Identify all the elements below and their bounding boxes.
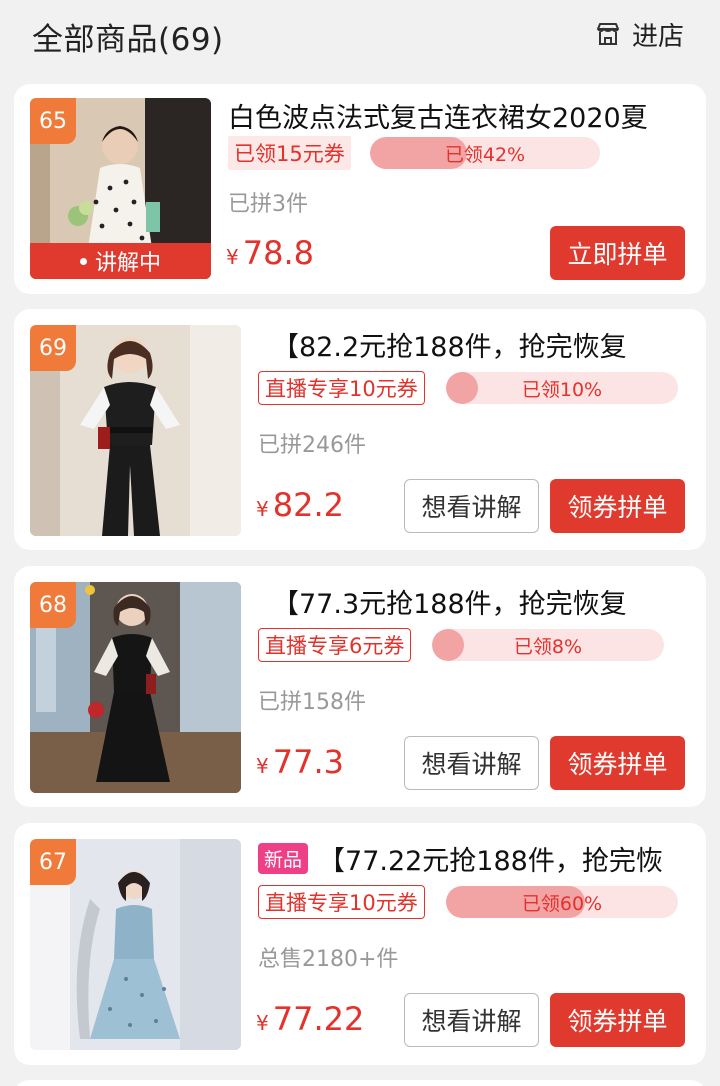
- page-title: 全部商品(69): [32, 22, 224, 58]
- price-value: 82.2: [272, 486, 344, 524]
- currency-symbol: ¥: [226, 245, 239, 269]
- coupon-progress-bar: 已领10%: [446, 372, 678, 404]
- product-title[interactable]: 【82.2元抢188件，抢完恢复: [272, 325, 692, 364]
- claim-coupon-buy-button[interactable]: 领券拼单: [550, 479, 685, 533]
- product-card[interactable]: 67 新品 【77.22元抢188件，抢完恢 直播专享10元券 已领60% 总售2…: [14, 823, 706, 1065]
- product-title[interactable]: 【77.3元抢188件，抢完恢复: [272, 582, 692, 621]
- sold-count: 总售2180+件: [258, 947, 399, 972]
- live-dot-icon: [79, 257, 87, 265]
- enter-shop-label: 进店: [631, 21, 684, 52]
- coupon-progress-bar: 已领60%: [446, 886, 678, 918]
- price-value: 77.22: [272, 1000, 365, 1038]
- coupon-progress-bar: 已领42%: [370, 137, 600, 169]
- price-value: 77.3: [272, 743, 344, 781]
- coupon-badge: 已领15元券: [228, 136, 351, 170]
- want-explanation-button[interactable]: 想看讲解: [404, 736, 539, 790]
- progress-label: 已领42%: [444, 143, 526, 166]
- enter-shop-button[interactable]: 进店: [594, 14, 684, 54]
- claim-coupon-buy-button[interactable]: 领券拼单: [550, 993, 685, 1047]
- want-explanation-button[interactable]: 想看讲解: [404, 479, 539, 533]
- buy-now-button[interactable]: 立即拼单: [550, 226, 685, 280]
- price: ¥82.2: [256, 486, 344, 524]
- product-title-text: 【77.22元抢188件，抢完恢: [318, 846, 663, 877]
- coupon-badge: 直播专享6元券: [258, 628, 412, 662]
- product-card[interactable]: 69 【82.2元抢188件，抢完恢复 直播专享10元券 已领10% 已拼246…: [14, 309, 706, 550]
- coupon-progress-bar: 已领8%: [432, 629, 664, 661]
- new-product-tag: 新品: [258, 843, 309, 874]
- product-card[interactable]: 65 讲解中 白色波点法式复古连衣裙女2020夏 已领15元券 已领42% 已拼…: [14, 84, 706, 294]
- rank-badge: 67: [30, 839, 76, 885]
- currency-symbol: ¥: [256, 754, 269, 778]
- sold-count: 已拼158件: [258, 690, 366, 715]
- progress-label: 已领60%: [521, 892, 603, 915]
- product-image[interactable]: 65 讲解中: [30, 98, 211, 279]
- product-card[interactable]: 68 【77.3元抢188件，抢完恢复 直播专享6元券 已领8% 已拼158件 …: [14, 566, 706, 807]
- product-image[interactable]: 69: [30, 325, 241, 536]
- price: ¥77.3: [256, 743, 344, 781]
- sold-count: 已拼3件: [228, 192, 308, 217]
- progress-label: 已领10%: [521, 378, 603, 401]
- progress-label: 已领8%: [513, 635, 583, 658]
- price: ¥77.22: [256, 1000, 364, 1038]
- page-header: 全部商品(69) 进店: [0, 0, 720, 72]
- coupon-badge: 直播专享10元券: [258, 371, 425, 405]
- product-title[interactable]: 新品 【77.22元抢188件，抢完恢: [258, 839, 698, 878]
- product-title[interactable]: 白色波点法式复古连衣裙女2020夏: [228, 96, 688, 135]
- live-label: 讲解中: [94, 251, 161, 276]
- product-image[interactable]: 67: [30, 839, 241, 1050]
- product-card-partial: [14, 1080, 706, 1086]
- coupon-badge: 直播专享10元券: [258, 885, 425, 919]
- rank-badge: 69: [30, 325, 76, 371]
- sold-count: 已拼246件: [258, 433, 366, 458]
- price-value: 78.8: [242, 234, 314, 272]
- product-image[interactable]: 68: [30, 582, 241, 793]
- claim-coupon-buy-button[interactable]: 领券拼单: [550, 736, 685, 790]
- store-icon: [596, 23, 619, 45]
- price: ¥78.8: [226, 234, 314, 272]
- currency-symbol: ¥: [256, 1011, 269, 1035]
- live-explaining-badge: 讲解中: [30, 243, 211, 279]
- want-explanation-button[interactable]: 想看讲解: [404, 993, 539, 1047]
- rank-badge: 65: [30, 98, 76, 144]
- rank-badge: 68: [30, 582, 76, 628]
- currency-symbol: ¥: [256, 497, 269, 521]
